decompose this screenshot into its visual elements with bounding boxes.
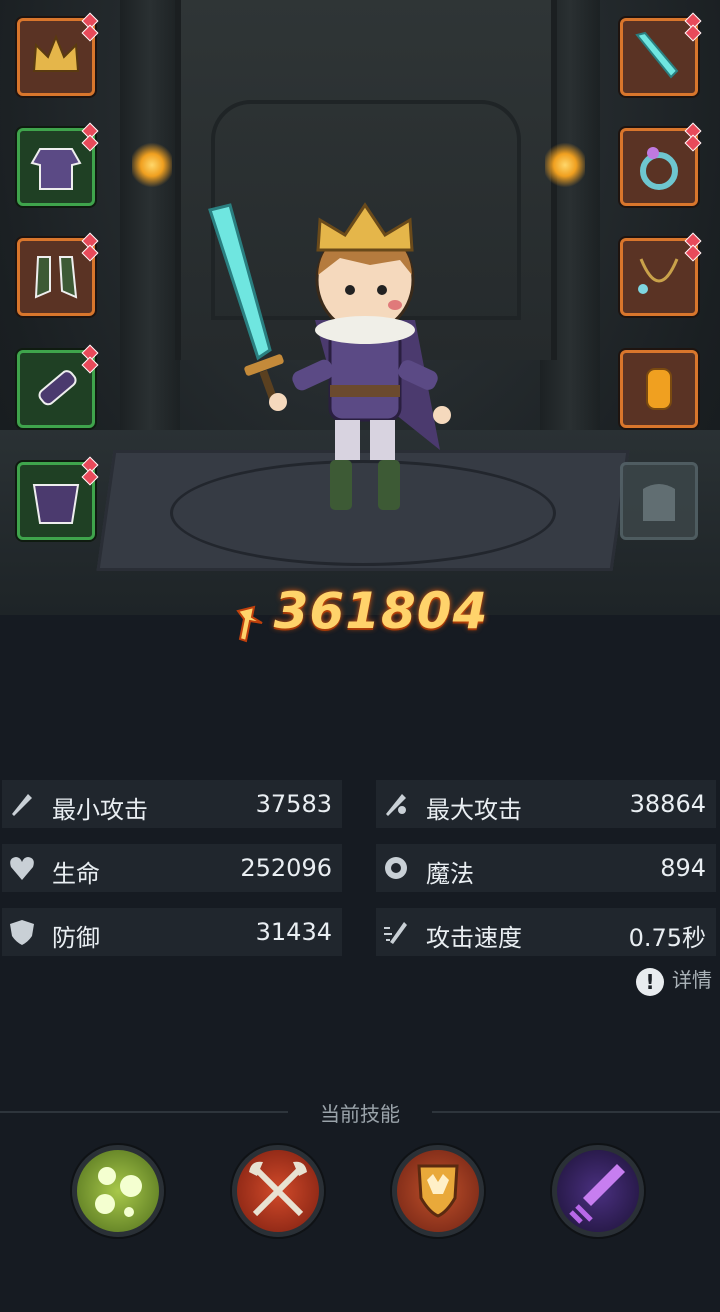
gem-badge-icon: [684, 244, 702, 262]
gold-bracelet-icon: [646, 368, 672, 410]
stat-defense: 防御 31434: [2, 908, 342, 956]
stat-value: 31434: [255, 918, 332, 946]
gloves-slot[interactable]: [17, 344, 99, 428]
gem-badge-icon: [81, 24, 99, 42]
pet-silhouette-icon: [643, 484, 675, 521]
skill-axes-button[interactable]: [232, 1145, 324, 1237]
bracelet-slot[interactable]: [620, 350, 698, 428]
stat-max-attack: 最大攻击 38864: [376, 780, 716, 828]
ring-icon: [640, 147, 678, 190]
cape-slot[interactable]: [17, 456, 99, 540]
stat-label: 最大攻击: [426, 796, 522, 824]
magic-icon: [385, 857, 407, 879]
necklace-slot[interactable]: [620, 232, 702, 316]
crystal-sword-icon: [635, 31, 679, 79]
stat-value: 0.75秒: [628, 924, 706, 952]
crown-helmet-icon: [32, 34, 80, 72]
left-pillar: [120, 0, 180, 430]
stat-value: 38864: [629, 790, 706, 818]
stat-mp: 魔法 894: [376, 844, 716, 892]
combat-power: 361804: [0, 582, 720, 642]
stat-label: 攻击速度: [426, 924, 522, 952]
shield-icon: [10, 920, 34, 945]
skills-title: 当前技能: [320, 1102, 400, 1126]
poison-bubbles-icon: [95, 1167, 142, 1217]
necklace-icon: [638, 258, 679, 294]
boots-slot[interactable]: [17, 232, 99, 316]
boots-icon: [34, 256, 78, 299]
max-attack-icon: [386, 794, 406, 816]
gem-badge-icon: [81, 244, 99, 262]
stat-label: 生命: [52, 860, 100, 888]
skill-sword-button[interactable]: [552, 1145, 644, 1237]
stat-min-attack: 最小攻击 37583: [2, 780, 342, 828]
stat-label: 魔法: [426, 860, 474, 888]
armor-slot[interactable]: [17, 122, 99, 206]
character-scene: [0, 0, 720, 615]
crest-shield-icon: [417, 1164, 459, 1218]
combat-power-value: 361804: [273, 582, 489, 640]
bracer-icon: [38, 370, 77, 406]
gem-badge-icon: [684, 24, 702, 42]
sword-power-icon: [235, 605, 263, 642]
info-icon: !: [636, 967, 664, 996]
ring-slot[interactable]: [620, 122, 702, 206]
stat-value: 252096: [240, 854, 332, 882]
stat-hp: 生命 252096: [2, 844, 342, 892]
gem-badge-icon: [81, 356, 99, 374]
left-torch-icon: [132, 140, 172, 190]
stat-value: 894: [660, 854, 706, 882]
right-torch-icon: [545, 140, 585, 190]
details-link[interactable]: ! 详情: [636, 964, 712, 996]
skill-poison-button[interactable]: [72, 1145, 164, 1237]
stat-value: 37583: [255, 790, 332, 818]
heart-icon: [10, 857, 34, 880]
helmet-slot[interactable]: [17, 12, 99, 96]
attack-speed-icon: [384, 922, 407, 944]
skill-crest-button[interactable]: [392, 1145, 484, 1237]
gem-badge-icon: [81, 134, 99, 152]
details-label: 详情: [672, 968, 712, 992]
stat-label: 最小攻击: [52, 796, 148, 824]
purple-sword-icon: [569, 1164, 625, 1224]
tunic-armor-icon: [30, 148, 82, 190]
crossed-axes-icon: [249, 1161, 307, 1217]
stat-attack-speed: 攻击速度 0.75秒: [376, 908, 716, 956]
cape-icon: [32, 484, 80, 524]
pet-slot[interactable]: [620, 462, 698, 540]
weapon-slot[interactable]: [620, 12, 702, 96]
gem-badge-icon: [684, 134, 702, 152]
stat-label: 防御: [52, 924, 100, 952]
min-attack-icon: [12, 794, 32, 816]
hero-character: [208, 202, 451, 510]
